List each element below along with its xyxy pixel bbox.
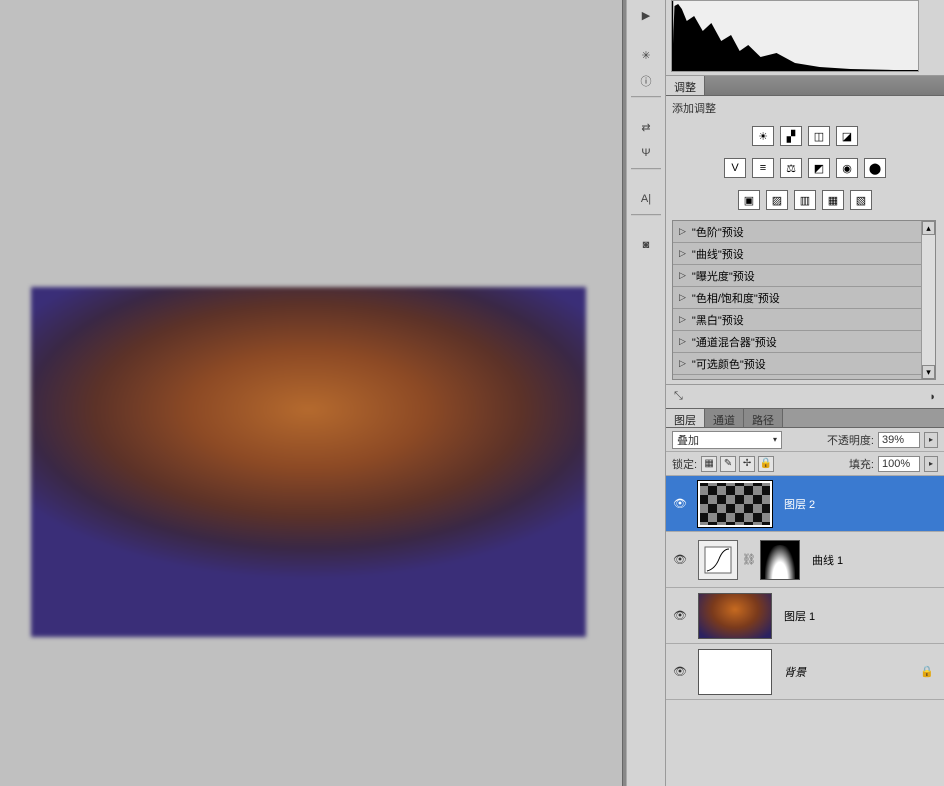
layer-row[interactable]: 👁 图层 1 <box>666 588 944 644</box>
tab-adjustments[interactable]: 调整 <box>666 76 705 95</box>
layer-mask-thumbnail[interactable] <box>760 540 800 580</box>
blend-mode-select[interactable]: 叠加▾ <box>672 431 782 449</box>
tab-layers[interactable]: 图层 <box>666 409 705 427</box>
channel-mixer-icon[interactable]: ⬤ <box>864 158 886 178</box>
layer-name[interactable]: 背景 <box>776 664 806 680</box>
usb-icon[interactable]: Ψ <box>632 142 660 164</box>
visibility-icon[interactable]: 👁 <box>666 553 694 566</box>
levels-icon[interactable]: ▞ <box>780 126 802 146</box>
fill-input[interactable]: 100% <box>878 456 920 472</box>
lock-pixels-icon[interactable]: ✎ <box>720 456 736 472</box>
opacity-label: 不透明度: <box>827 432 874 448</box>
brightness-icon[interactable]: ☀ <box>752 126 774 146</box>
preset-item[interactable]: ▷"曝光度"预设 <box>673 265 921 287</box>
canvas-area <box>0 0 622 786</box>
tab-paths[interactable]: 路径 <box>744 409 783 427</box>
tab-channels[interactable]: 通道 <box>705 409 744 427</box>
histogram-panel <box>666 0 944 76</box>
visibility-icon[interactable]: 👁 <box>666 497 694 510</box>
preset-item[interactable]: ▷"可选颜色"预设 <box>673 353 921 375</box>
preset-item[interactable]: ▷"色阶"预设 <box>673 221 921 243</box>
scroll-up-icon[interactable]: ▴ <box>922 221 935 235</box>
adj-icons-row1: ☀ ▞ ◫ ◪ <box>666 120 944 152</box>
layer-row[interactable]: 👁 图层 2 <box>666 476 944 532</box>
layer-name[interactable]: 图层 1 <box>776 608 815 624</box>
visibility-icon[interactable]: 👁 <box>666 609 694 622</box>
play-icon[interactable]: ▶ <box>632 4 660 26</box>
layer-list: 👁 图层 2 👁 ⛓ 曲线 1 👁 图层 1 👁 背景 🔒 <box>666 476 944 700</box>
preset-item[interactable]: ▷"曲线"预设 <box>673 243 921 265</box>
bw-icon[interactable]: ◩ <box>808 158 830 178</box>
scroll-down-icon[interactable]: ▾ <box>922 365 935 379</box>
presets-list[interactable]: ▷"色阶"预设 ▷"曲线"预设 ▷"曝光度"预设 ▷"色相/饱和度"预设 ▷"黑… <box>673 221 921 379</box>
text-icon[interactable]: A| <box>632 188 660 210</box>
lock-position-icon[interactable]: ✢ <box>739 456 755 472</box>
balance-icon[interactable]: ⚖ <box>780 158 802 178</box>
info-icon[interactable]: ⓘ <box>632 70 660 92</box>
presets-box: ▷"色阶"预设 ▷"曲线"预设 ▷"曝光度"预设 ▷"色相/饱和度"预设 ▷"黑… <box>672 220 936 380</box>
wheel-icon[interactable]: ✳ <box>632 44 660 66</box>
right-panels: 调整 添加调整 ☀ ▞ ◫ ◪ V ≡ ⚖ ◩ ◉ ⬤ ▣ ▨ ▥ ▦ ▧ ▷"… <box>666 0 944 786</box>
gradient-map-icon[interactable]: ▦ <box>822 190 844 210</box>
adj-footer: ⤡ ◗ <box>666 384 944 408</box>
link-icon[interactable]: ⛓ <box>742 553 756 566</box>
icon-strip: ▶ ✳ ⓘ ⇄ Ψ A| ◙ <box>627 0 666 786</box>
layer-thumbnail[interactable] <box>698 593 772 639</box>
swap-icon[interactable]: ⇄ <box>632 116 660 138</box>
lock-icon: 🔒 <box>920 665 934 678</box>
adj-icons-row3: ▣ ▨ ▥ ▦ ▧ <box>666 184 944 216</box>
fill-label: 填充: <box>849 456 874 472</box>
lock-row: 锁定: ▦ ✎ ✢ 🔒 填充: 100% ▸ <box>666 452 944 476</box>
preset-item[interactable]: ▷"通道混合器"预设 <box>673 331 921 353</box>
hsl-icon[interactable]: ≡ <box>752 158 774 178</box>
layer-name[interactable]: 曲线 1 <box>804 552 843 568</box>
threshold-icon[interactable]: ▥ <box>794 190 816 210</box>
presets-scrollbar[interactable]: ▴ ▾ <box>921 221 935 379</box>
layer-row[interactable]: 👁 背景 🔒 <box>666 644 944 700</box>
layer-name[interactable]: 图层 2 <box>776 496 815 512</box>
layer-thumbnail[interactable] <box>698 481 772 527</box>
photo-filter-icon[interactable]: ◉ <box>836 158 858 178</box>
posterize-icon[interactable]: ▨ <box>766 190 788 210</box>
opacity-caret[interactable]: ▸ <box>924 432 938 448</box>
lock-all-icon[interactable]: 🔒 <box>758 456 774 472</box>
exposure-icon[interactable]: ◪ <box>836 126 858 146</box>
curves-icon[interactable]: ◫ <box>808 126 830 146</box>
mask-icon[interactable]: ◗ <box>929 391 936 403</box>
layers-tabs: 图层 通道 路径 <box>666 408 944 428</box>
histogram-graph <box>671 0 919 72</box>
adj-icons-row2: V ≡ ⚖ ◩ ◉ ⬤ <box>666 152 944 184</box>
camera-icon[interactable]: ◙ <box>632 234 660 256</box>
preset-item[interactable]: ▷"色相/饱和度"预设 <box>673 287 921 309</box>
expand-icon[interactable]: ⤡ <box>674 390 683 403</box>
vibrance-icon[interactable]: V <box>724 158 746 178</box>
preset-item[interactable]: ▷"黑白"预设 <box>673 309 921 331</box>
add-adjustment-label: 添加调整 <box>666 96 944 120</box>
fill-caret[interactable]: ▸ <box>924 456 938 472</box>
layer-row[interactable]: 👁 ⛓ 曲线 1 <box>666 532 944 588</box>
lock-label: 锁定: <box>672 456 697 472</box>
adjustment-thumbnail[interactable] <box>698 540 738 580</box>
layer-thumbnail[interactable] <box>698 649 772 695</box>
opacity-input[interactable]: 39% <box>878 432 920 448</box>
blend-row: 叠加▾ 不透明度: 39% ▸ <box>666 428 944 452</box>
adjustments-panel: 调整 添加调整 ☀ ▞ ◫ ◪ V ≡ ⚖ ◩ ◉ ⬤ ▣ ▨ ▥ ▦ ▧ ▷"… <box>666 76 944 408</box>
selective-color-icon[interactable]: ▧ <box>850 190 872 210</box>
visibility-icon[interactable]: 👁 <box>666 665 694 678</box>
invert-icon[interactable]: ▣ <box>738 190 760 210</box>
lock-transparency-icon[interactable]: ▦ <box>701 456 717 472</box>
canvas-image[interactable] <box>31 287 586 637</box>
